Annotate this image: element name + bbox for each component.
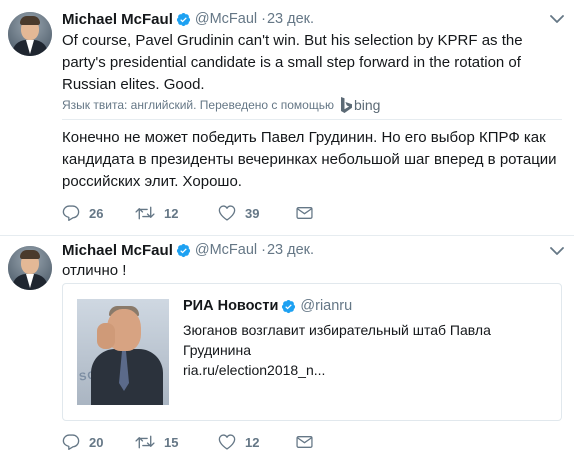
bing-logo-text: bing <box>353 97 381 113</box>
translation-label: Язык твита: английский. Переведено с пом… <box>62 98 334 112</box>
bing-logo-icon <box>340 97 352 113</box>
retweet-icon <box>135 435 155 449</box>
tweet[interactable]: Michael McFaul @McFaul · 23 дек. Of cour… <box>0 0 574 236</box>
tweet-date[interactable]: 23 дек. <box>267 242 314 258</box>
bing-logo: bing <box>340 97 380 113</box>
like-count: 12 <box>245 434 260 450</box>
quoted-tweet-card[interactable]: SCOW РИА Новости @rianru Зюганов возглав… <box>62 283 562 421</box>
like-icon <box>218 205 236 221</box>
tweet[interactable]: Michael McFaul @McFaul · 23 дек. отлично… <box>0 236 574 465</box>
direct-message-icon <box>296 207 313 219</box>
separator-dot: · <box>261 242 266 258</box>
like-button[interactable]: 39 <box>218 205 296 221</box>
retweet-button[interactable]: 15 <box>135 435 218 450</box>
reply-button[interactable]: 26 <box>62 205 135 221</box>
author-name[interactable]: Michael McFaul <box>62 11 173 28</box>
tweet-actions: 26 12 39 <box>62 203 313 223</box>
retweet-count: 12 <box>164 205 179 221</box>
tweet-date[interactable]: 23 дек. <box>267 11 314 27</box>
separator-dot: · <box>261 11 266 27</box>
tweet-actions: 20 15 12 <box>62 432 313 452</box>
tweet-text: Of course, Pavel Grudinin can't win. But… <box>62 32 523 93</box>
quoted-tweet-link[interactable]: ria.ru/election2018_n... <box>183 360 325 380</box>
author-handle[interactable]: @McFaul <box>195 11 257 27</box>
retweet-button[interactable]: 12 <box>135 206 218 221</box>
reply-icon <box>62 205 80 221</box>
direct-message-icon <box>296 436 313 448</box>
author-handle[interactable]: @McFaul <box>195 242 257 258</box>
reply-icon <box>62 434 80 450</box>
avatar[interactable] <box>8 12 52 56</box>
reply-button[interactable]: 20 <box>62 434 135 450</box>
tweet-header: Michael McFaul @McFaul · 23 дек. <box>62 240 314 260</box>
author-name[interactable]: Michael McFaul <box>62 242 173 259</box>
reply-count: 20 <box>89 434 104 450</box>
verified-badge-icon <box>176 243 190 257</box>
quoted-tweet-header: РИА Новости @rianru <box>183 298 352 314</box>
direct-message-button[interactable] <box>296 206 313 220</box>
quoted-tweet-title: Зюганов возглавит избирательный штаб Пав… <box>183 322 491 358</box>
retweet-icon <box>135 206 155 220</box>
reply-count: 26 <box>89 205 104 221</box>
translation-attribution: Язык твита: английский. Переведено с пом… <box>62 97 380 113</box>
quoted-tweet-image[interactable]: SCOW <box>77 299 169 405</box>
translation-divider <box>62 119 562 120</box>
avatar[interactable] <box>8 246 52 290</box>
tweet-text: отлично ! <box>62 262 127 279</box>
quoted-author-name[interactable]: РИА Новости <box>183 298 278 314</box>
retweet-count: 15 <box>164 434 179 450</box>
like-button[interactable]: 12 <box>218 434 296 450</box>
chevron-down-icon[interactable] <box>550 14 564 24</box>
direct-message-button[interactable] <box>296 435 313 449</box>
like-icon <box>218 434 236 450</box>
verified-badge-icon <box>176 12 190 26</box>
tweet-header: Michael McFaul @McFaul · 23 дек. <box>62 9 314 29</box>
like-count: 39 <box>245 205 260 221</box>
tweet-translation: Конечно не может победить Павел Грудинин… <box>62 129 557 190</box>
chevron-down-icon[interactable] <box>550 246 564 256</box>
quoted-author-handle[interactable]: @rianru <box>300 298 352 314</box>
verified-badge-icon <box>282 299 296 313</box>
